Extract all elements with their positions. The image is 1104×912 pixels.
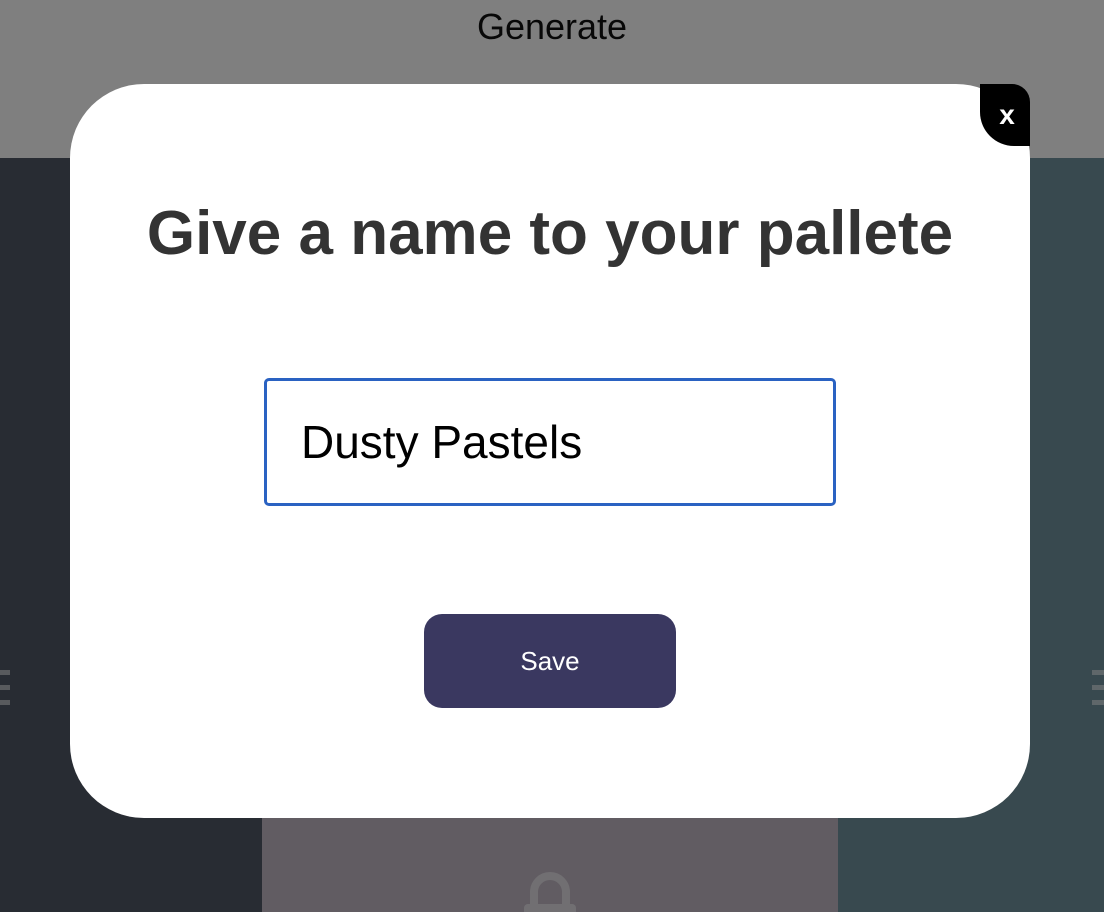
close-button[interactable]: x xyxy=(980,84,1030,146)
save-palette-modal: x Give a name to your pallete Save xyxy=(70,84,1030,818)
modal-title: Give a name to your pallete xyxy=(146,199,954,268)
save-button[interactable]: Save xyxy=(424,614,676,708)
palette-name-input[interactable] xyxy=(264,378,836,506)
